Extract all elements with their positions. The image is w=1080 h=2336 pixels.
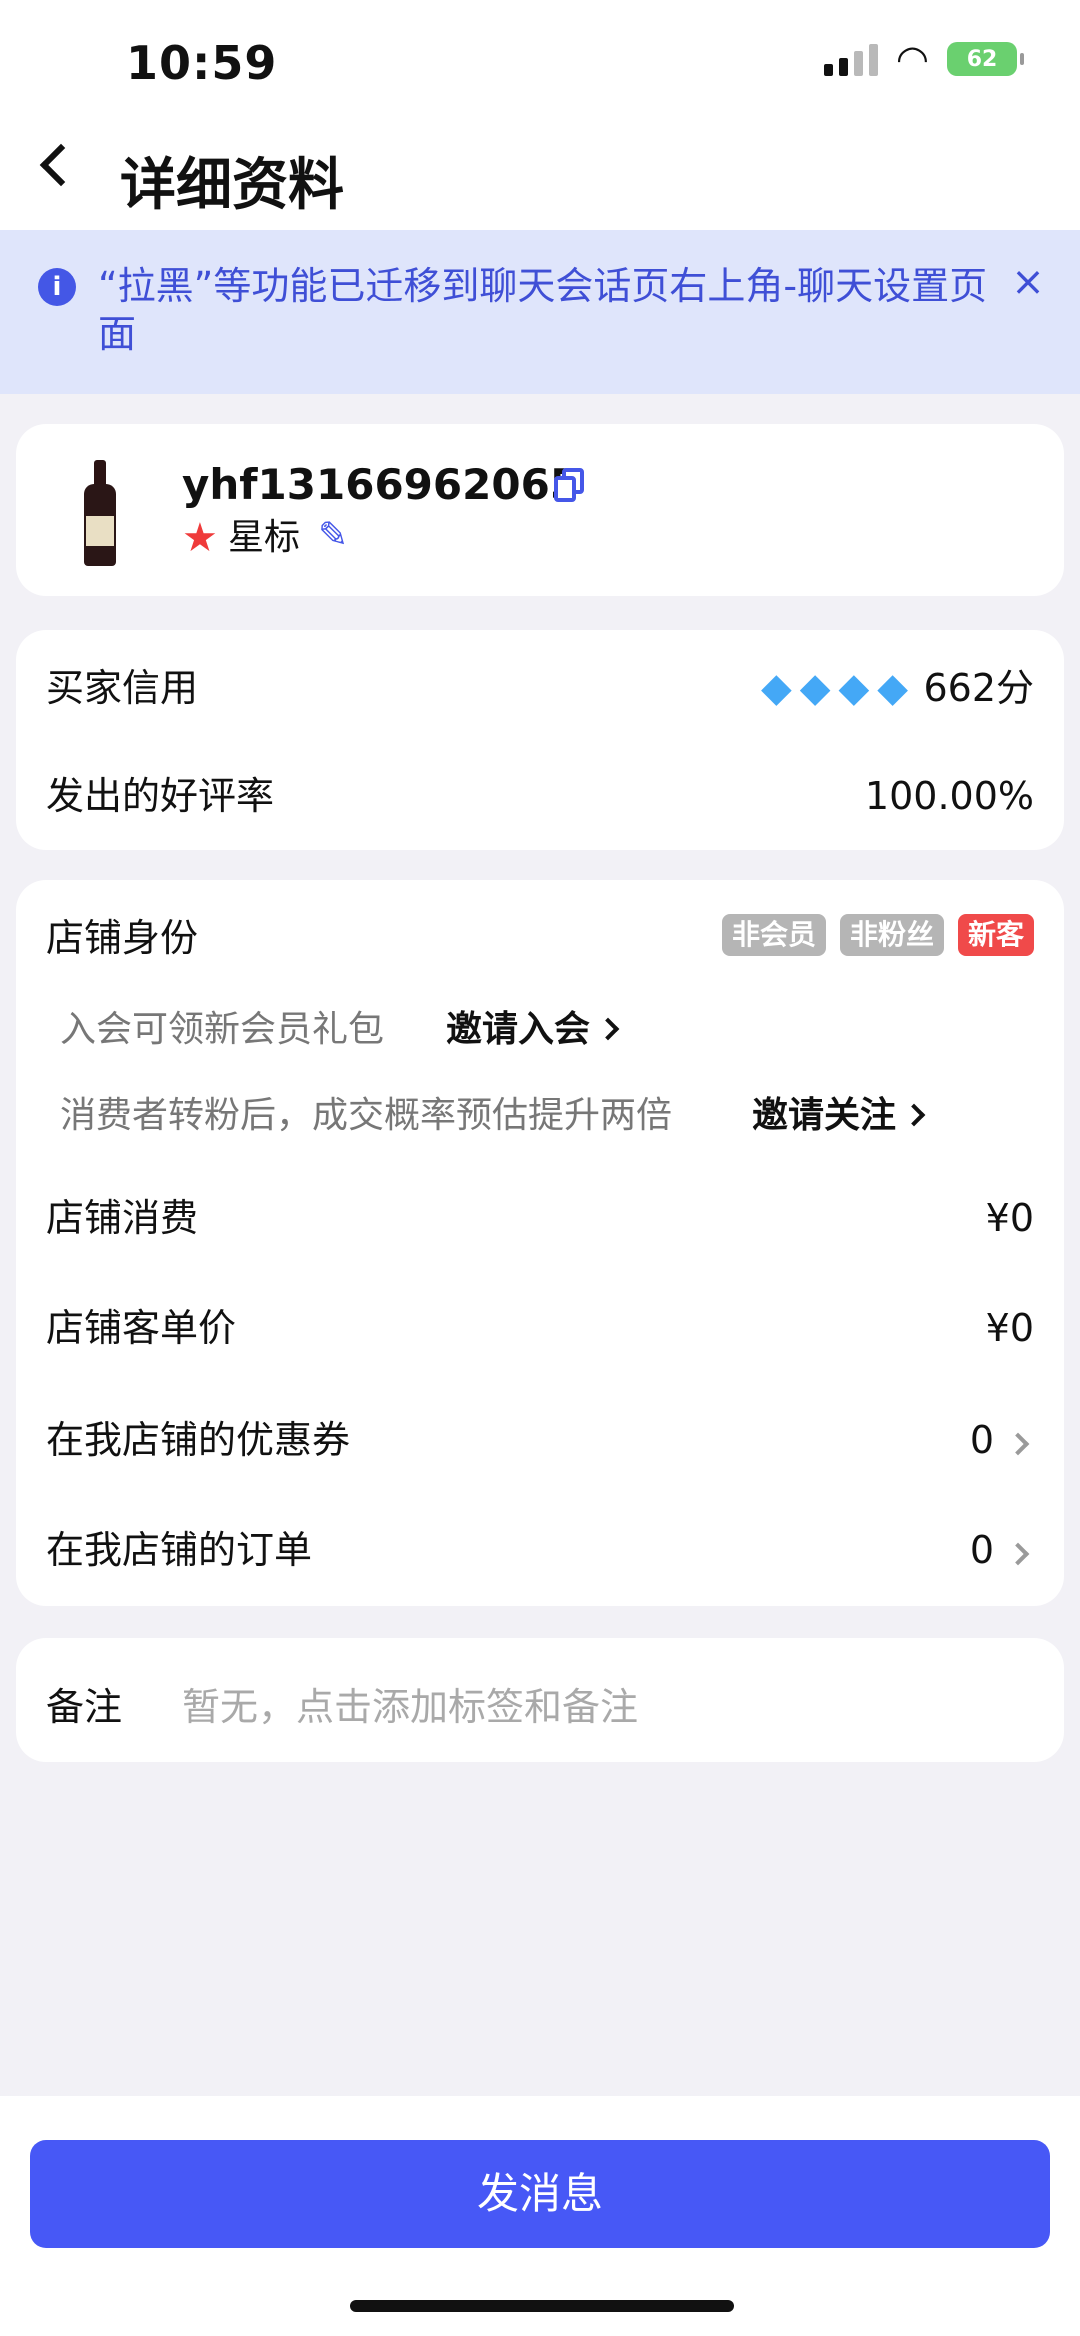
avatar[interactable] <box>80 460 120 566</box>
diamond-icon: ◆ <box>877 665 908 711</box>
unit-price-label: 店铺客单价 <box>46 1306 237 1350</box>
shop-consumption-value: ¥0 <box>985 1196 1034 1240</box>
cellular-signal-icon <box>823 42 878 76</box>
close-icon[interactable]: × <box>1008 262 1048 302</box>
good-rate-value: 100.00% <box>864 774 1034 818</box>
chevron-right-icon <box>902 1103 926 1127</box>
diamond-icon: ◆ <box>760 665 792 711</box>
copy-front-square <box>554 476 576 502</box>
chevron-right-icon <box>1006 1542 1030 1566</box>
buyer-credit-value: 662分 <box>923 666 1034 710</box>
shop-identity-label: 店铺身份 <box>46 916 199 960</box>
status-badge: 非会员 <box>721 914 826 956</box>
wifi-icon: ◠ <box>895 37 929 81</box>
star-label: 星标 <box>228 517 301 558</box>
orders-row[interactable]: 在我店铺的订单 0 <box>46 1526 1034 1574</box>
battery-icon: 62 <box>947 42 1024 76</box>
orders-value: 0 <box>969 1528 994 1572</box>
chevron-right-icon <box>596 1017 620 1041</box>
info-icon: i <box>38 268 76 306</box>
remark-placeholder[interactable]: 暂无，点击添加标签和备注 <box>182 1676 638 1731</box>
shop-consumption-label: 店铺消费 <box>46 1196 199 1240</box>
chevron-right-icon <box>1006 1432 1030 1456</box>
orders-label: 在我店铺的订单 <box>46 1528 313 1572</box>
diamond-icon: ◆ <box>799 665 831 711</box>
invite-member-label: 邀请入会 <box>446 1009 591 1050</box>
coupons-row[interactable]: 在我店铺的优惠券 0 <box>46 1416 1034 1464</box>
coupons-label: 在我店铺的优惠券 <box>46 1418 351 1462</box>
status-badge: 非粉丝 <box>839 914 944 956</box>
battery-level: 62 <box>947 42 1017 76</box>
credit-card: 买家信用 ◆ ◆ ◆ ◆ 662分 发出的好评率 100.00% <box>16 630 1064 850</box>
status-badge: 新客 <box>957 914 1034 956</box>
status-icons: ◠ 62 <box>823 37 1024 81</box>
username: yhf13166962065 <box>182 460 580 509</box>
invite-follow-label: 邀请关注 <box>752 1095 897 1136</box>
bottle-neck <box>94 460 106 486</box>
invite-member-desc: 入会可领新会员礼包 <box>60 1009 385 1050</box>
coupons-value: 0 <box>969 1418 994 1462</box>
page-title: 详细资料 <box>120 153 344 218</box>
shop-consumption-row: 店铺消费 ¥0 <box>46 1194 1034 1242</box>
star-icon: ★ <box>182 515 218 561</box>
diamond-rating: ◆ ◆ ◆ ◆ <box>761 664 908 712</box>
edit-icon[interactable]: ✎ <box>318 514 348 558</box>
good-rate-label: 发出的好评率 <box>46 774 275 818</box>
send-message-button[interactable]: 发消息 <box>30 2140 1050 2248</box>
home-indicator <box>350 2300 734 2312</box>
diamond-icon: ◆ <box>838 665 870 711</box>
shop-card: 店铺身份 非会员 非粉丝 新客 入会可领新会员礼包 邀请入会 消费者转粉后，成交… <box>16 880 1064 1606</box>
status-time: 10:59 <box>126 36 278 90</box>
remark-card[interactable]: 备注 暂无，点击添加标签和备注 <box>16 1638 1064 1762</box>
invite-member-row: 入会可领新会员礼包 邀请入会 <box>60 1008 620 1052</box>
buyer-credit-row: 买家信用 ◆ ◆ ◆ ◆ 662分 <box>46 664 1034 712</box>
battery-tip <box>1020 53 1024 65</box>
notice-text: “拉黑”等功能已迁移到聊天会话页右上角-聊天设置页面 <box>98 264 988 356</box>
invite-follow-button[interactable]: 邀请关注 <box>752 1094 926 1138</box>
bottle-label <box>86 516 114 546</box>
invite-follow-row: 消费者转粉后，成交概率预估提升两倍 邀请关注 <box>60 1094 926 1138</box>
invite-member-button[interactable]: 邀请入会 <box>446 1008 620 1052</box>
identity-tags: 非会员 非粉丝 新客 <box>721 914 1034 956</box>
invite-follow-desc: 消费者转粉后，成交概率预估提升两倍 <box>60 1095 673 1136</box>
buyer-credit-label: 买家信用 <box>46 666 199 710</box>
remark-label: 备注 <box>46 1685 123 1729</box>
profile-detail-page: 10:59 ◠ 62 详细资料 i “拉黑”等功能已迁移到聊天会话页右上角-聊天… <box>0 0 1080 2336</box>
unit-price-row: 店铺客单价 ¥0 <box>46 1304 1034 1352</box>
good-rate-row: 发出的好评率 100.00% <box>46 772 1034 820</box>
profile-card: yhf13166962065 ★ 星标 ✎ <box>16 424 1064 596</box>
copy-icon[interactable] <box>554 468 586 502</box>
unit-price-value: ¥0 <box>985 1306 1034 1350</box>
